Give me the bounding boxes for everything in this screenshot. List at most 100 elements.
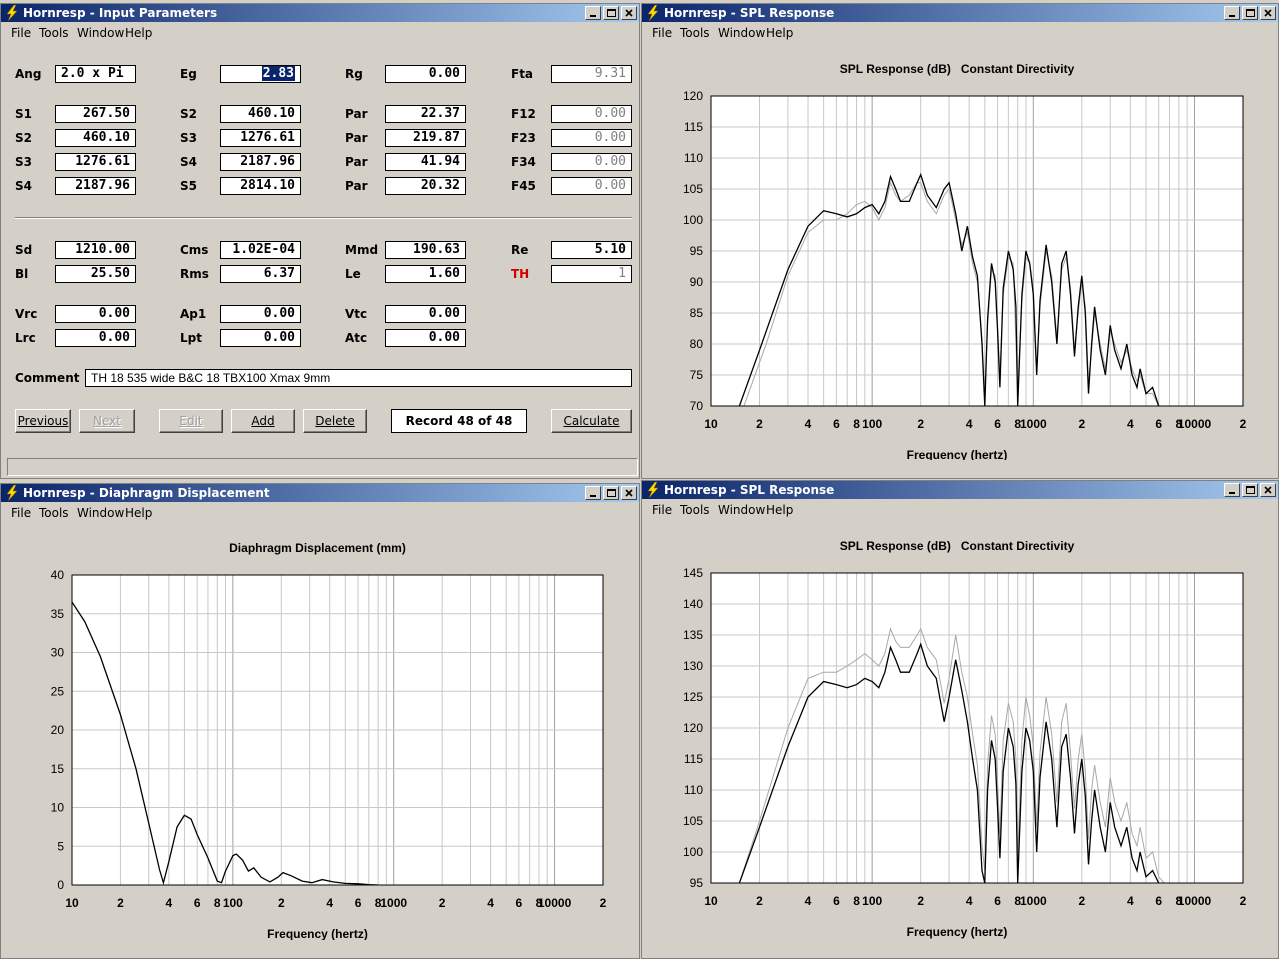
par4-field[interactable]: 20.32 (385, 177, 466, 195)
ap1-field[interactable]: 0.00 (220, 305, 301, 323)
par2-field[interactable]: 219.87 (385, 129, 466, 147)
f12-field: 0.00 (551, 105, 632, 123)
y-tick-label: 15 (51, 762, 65, 776)
spl-chart-top: 70758085909510010511011512010 2 4 6 8 100 2 4 6 8… (683, 62, 1247, 460)
chart-title: Diaphragm Displacement (mm) (229, 541, 406, 555)
menu-bar: File Tools Window Help (1, 23, 639, 43)
rms-field[interactable]: 6.37 (220, 265, 301, 283)
minimize-icon[interactable] (585, 6, 601, 20)
y-tick-label: 25 (51, 684, 65, 698)
next-button[interactable]: Next (79, 409, 135, 433)
input-parameters-window: Hornresp - Input Parameters File Tools W… (0, 3, 640, 479)
close-icon[interactable] (621, 6, 637, 20)
s4-field-row4[interactable]: 2187.96 (55, 177, 136, 195)
s2-field-row2[interactable]: 460.10 (55, 129, 136, 147)
rg-field[interactable]: 0.00 (385, 65, 466, 83)
edit-button[interactable]: Edit (159, 409, 223, 433)
x-tick-label: 100 (223, 896, 243, 910)
y-tick-label: 75 (690, 368, 704, 382)
le-field[interactable]: 1.60 (385, 265, 466, 283)
x-tick-label: 10 (704, 417, 718, 431)
x-tick-label: 6 (833, 417, 840, 431)
y-tick-label: 5 (57, 839, 64, 853)
par2-label: Par (345, 131, 368, 145)
x-tick-label: 10000 (538, 896, 572, 910)
s4-field[interactable]: 2187.96 (220, 153, 301, 171)
s2-field[interactable]: 460.10 (220, 105, 301, 123)
y-tick-label: 100 (683, 845, 703, 859)
re-field[interactable]: 5.10 (551, 241, 632, 259)
atc-field[interactable]: 0.00 (385, 329, 466, 347)
vtc-field[interactable]: 0.00 (385, 305, 466, 323)
lrc-field[interactable]: 0.00 (55, 329, 136, 347)
par1-label: Par (345, 107, 368, 121)
eg-field[interactable]: 2.83 (220, 65, 301, 83)
eg-label: Eg (180, 67, 197, 81)
sd-field[interactable]: 1210.00 (55, 241, 136, 259)
bl-field[interactable]: 25.50 (55, 265, 136, 283)
rms-label: Rms (180, 267, 209, 281)
f23-label: F23 (511, 131, 536, 145)
x-tick-label: 6 (994, 417, 1001, 431)
menu-window[interactable]: Window (77, 26, 124, 40)
cms-label: Cms (180, 243, 209, 257)
bl-label: Bl (15, 267, 29, 281)
th-label[interactable]: TH (511, 267, 529, 281)
s3-label: S3 (180, 131, 197, 145)
x-tick-label: 2 (1240, 894, 1247, 908)
par3-field[interactable]: 41.94 (385, 153, 466, 171)
x-tick-label: 8 (853, 417, 860, 431)
s1-field[interactable]: 267.50 (55, 105, 136, 123)
par1-field[interactable]: 22.37 (385, 105, 466, 123)
spl-response-window-top: Hornresp - SPL Response File Tools Windo… (641, 3, 1279, 479)
vtc-label: Vtc (345, 307, 368, 321)
y-tick-label: 70 (690, 399, 704, 413)
x-axis-label: Frequency (hertz) (907, 448, 1008, 460)
x-tick-label: 6 (994, 894, 1001, 908)
ang-field[interactable]: 2.0 x Pi (55, 65, 136, 83)
x-tick-label: 2 (1078, 894, 1085, 908)
spl-chart-bottom: 9510010511011512012513013514014510 2 4 6 8 10… (683, 539, 1247, 939)
vrc-field[interactable]: 0.00 (55, 305, 136, 323)
y-tick-label: 95 (690, 876, 704, 890)
y-tick-label: 20 (51, 723, 65, 737)
comment-field[interactable]: TH 18 535 wide B&C 18 TBX100 Xmax 9mm (85, 369, 632, 387)
comment-label: Comment (15, 371, 80, 385)
x-tick-label: 2 (1078, 417, 1085, 431)
lpt-field[interactable]: 0.00 (220, 329, 301, 347)
x-tick-label: 1000 (1020, 417, 1047, 431)
x-tick-label: 10000 (1178, 417, 1212, 431)
y-tick-label: 125 (683, 690, 703, 704)
s3-field[interactable]: 1276.61 (220, 129, 301, 147)
ang-label: Ang (15, 67, 42, 81)
mmd-label: Mmd (345, 243, 379, 257)
mmd-field[interactable]: 190.63 (385, 241, 466, 259)
y-tick-label: 145 (683, 566, 703, 580)
s2-label-row2: S2 (15, 131, 32, 145)
x-tick-label: 10000 (1178, 894, 1212, 908)
menu-file[interactable]: File (11, 26, 31, 40)
x-tick-label: 6 (516, 896, 523, 910)
cms-field[interactable]: 1.02E-04 (220, 241, 301, 259)
x-tick-label: 6 (194, 896, 201, 910)
record-indicator: Record 48 of 48 (391, 409, 527, 433)
y-tick-label: 35 (51, 607, 65, 621)
maximize-icon[interactable] (603, 6, 619, 20)
s5-field[interactable]: 2814.10 (220, 177, 301, 195)
chart-title: SPL Response (dB) Constant Directivity (840, 539, 1075, 553)
menu-tools[interactable]: Tools (39, 26, 69, 40)
delete-button[interactable]: Delete (303, 409, 367, 433)
y-tick-label: 110 (684, 783, 703, 797)
s3-label-row3: S3 (15, 155, 32, 169)
title-bar[interactable]: Hornresp - Input Parameters (1, 4, 639, 22)
calculate-button[interactable]: Calculate (551, 409, 632, 433)
x-tick-label: 8 (853, 894, 860, 908)
y-tick-label: 130 (683, 659, 703, 673)
menu-help[interactable]: Help (125, 26, 152, 40)
x-tick-label: 4 (326, 896, 333, 910)
y-tick-label: 135 (683, 628, 703, 642)
add-button[interactable]: Add (231, 409, 295, 433)
previous-button[interactable]: Previous (15, 409, 71, 433)
y-tick-label: 100 (683, 213, 703, 227)
s3-field-row3[interactable]: 1276.61 (55, 153, 136, 171)
